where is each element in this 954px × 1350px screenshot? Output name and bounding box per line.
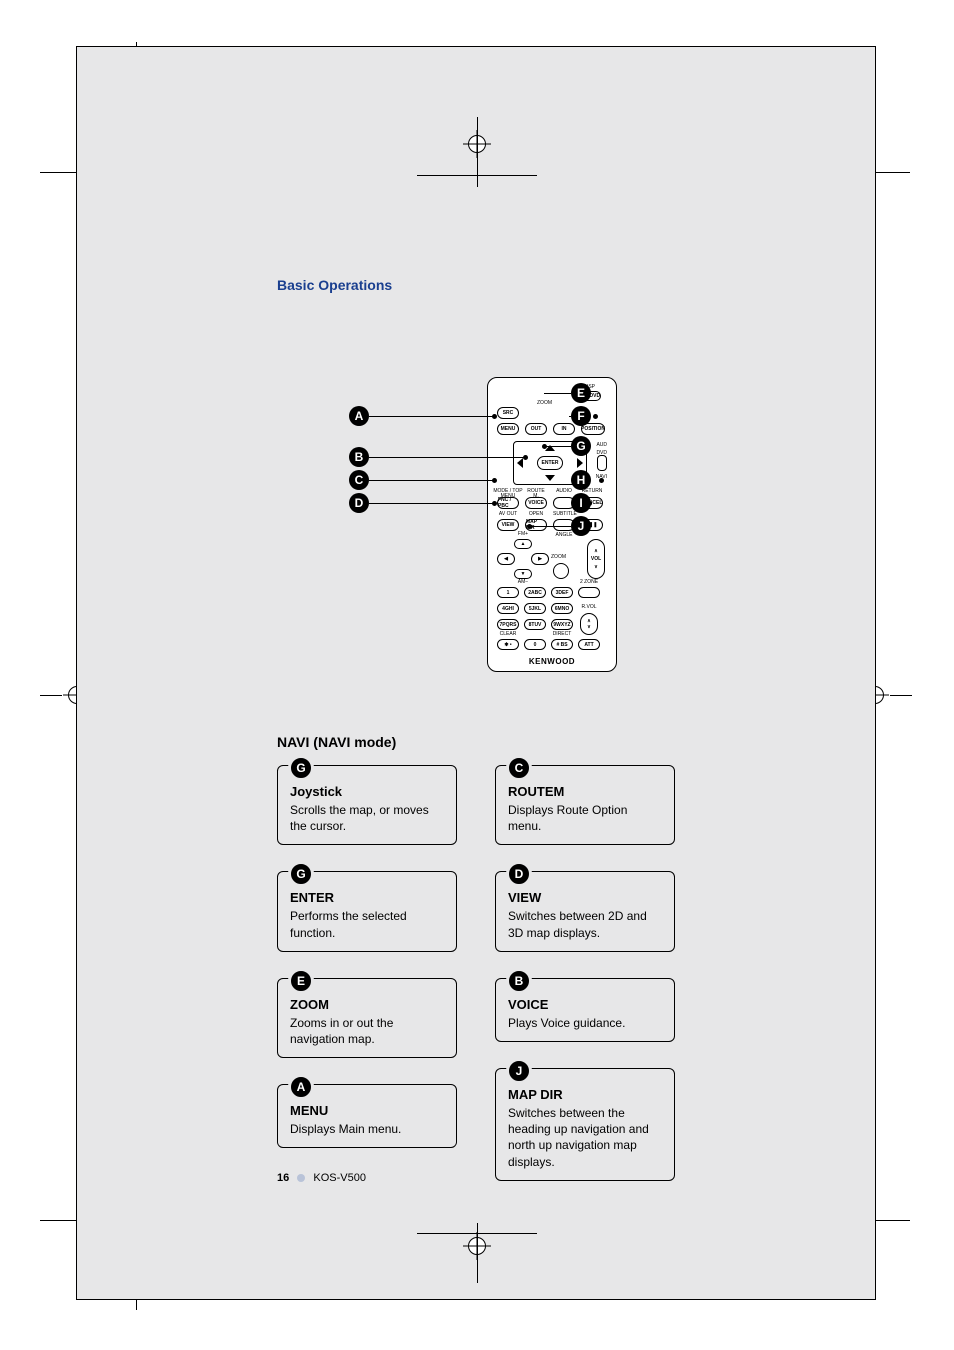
badge: D	[506, 861, 532, 887]
page-footer: 16 KOS-V500	[277, 1172, 366, 1184]
dpad-right: ▶	[531, 553, 549, 565]
badge: A	[288, 1074, 314, 1100]
key-0: 0	[524, 639, 546, 650]
direct-label: DIRECT	[551, 632, 573, 637]
card-zoom: E ZOOM Zooms in or out the navigation ma…	[277, 978, 457, 1058]
callout-F: F	[571, 406, 591, 426]
badge: G	[288, 861, 314, 887]
footer-bullet-icon	[297, 1174, 305, 1182]
card-title: ZOOM	[290, 997, 444, 1012]
card-view: D VIEW Switches between 2D and 3D map di…	[495, 871, 675, 951]
card-menu: A MENU Displays Main menu.	[277, 1084, 457, 1148]
card-title: ROUTEM	[508, 784, 662, 799]
dpad-left: ◀	[497, 553, 515, 565]
key-8: 8TUV	[524, 619, 546, 630]
enter-button: ENTER	[537, 456, 563, 470]
fncpbc-button: FNC / PBC	[497, 497, 519, 509]
callout-E: E	[571, 383, 591, 403]
callout-G: G	[571, 436, 591, 456]
audio-label: AUDIO	[553, 489, 575, 494]
key-1: 1	[497, 587, 519, 598]
card-voice: B VOICE Plays Voice guidance.	[495, 978, 675, 1042]
card-title: MENU	[290, 1103, 444, 1118]
card-desc: Displays Main menu.	[290, 1121, 444, 1137]
key-2: 2ABC	[524, 587, 546, 598]
key-star: ✱ •	[497, 639, 519, 650]
zoom-top-label: ZOOM	[537, 401, 552, 406]
open-label: OPEN	[525, 512, 547, 517]
card-desc: Scrolls the map, or moves the cursor.	[290, 802, 444, 834]
callout-D: D	[349, 493, 369, 513]
page-number: 16	[277, 1172, 289, 1184]
dpad-down: ▼	[514, 569, 532, 579]
badge: E	[288, 968, 314, 994]
callout-B: B	[349, 447, 369, 467]
fmplus-label: FM+	[515, 532, 531, 537]
in-button: IN	[553, 423, 575, 435]
card-title: ENTER	[290, 890, 444, 905]
mode-switch	[597, 455, 607, 471]
mode-title: NAVI (NAVI mode)	[277, 734, 396, 750]
badge: J	[506, 1058, 532, 1084]
key-5: 5JKL	[524, 603, 546, 614]
badge: G	[288, 755, 314, 781]
amminus-label: AM−	[515, 580, 531, 585]
zone2-label: 2 ZONE	[578, 580, 600, 585]
rvol-label: R.VOL	[578, 605, 600, 610]
avout-label: AV OUT	[497, 512, 519, 517]
aud-label: AUD	[596, 443, 607, 448]
key-9: 9WXYZ	[551, 619, 573, 630]
card-joystick: G Joystick Scrolls the map, or moves the…	[277, 765, 457, 845]
card-title: VIEW	[508, 890, 662, 905]
callout-C: C	[349, 470, 369, 490]
card-grid: G Joystick Scrolls the map, or moves the…	[277, 765, 675, 1207]
key-7: 7PQRS	[497, 619, 519, 630]
card-desc: Displays Route Option menu.	[508, 802, 662, 834]
section-title: Basic Operations	[277, 277, 392, 293]
card-title: Joystick	[290, 784, 444, 799]
voice-button: VOICE	[525, 497, 547, 509]
key-4: 4GHI	[497, 603, 519, 614]
angle-label: ANGLE	[553, 533, 575, 538]
subtitle-label: SUBTITLE	[553, 512, 575, 517]
card-desc: Plays Voice guidance.	[508, 1015, 662, 1031]
callout-J: J	[571, 516, 591, 536]
vol-rocker: ∧VOL∨	[587, 539, 605, 579]
clear-label: CLEAR	[497, 632, 519, 637]
card-desc: Zooms in or out the navigation map.	[290, 1015, 444, 1047]
badge: B	[506, 968, 532, 994]
key-6: 6MNO	[551, 603, 573, 614]
out-button: OUT	[525, 423, 547, 435]
zoom-label: ZOOM	[551, 555, 566, 560]
menu-button: MENU	[497, 423, 519, 435]
callout-H: H	[571, 470, 591, 490]
key-hash: # BS	[551, 639, 573, 650]
dpad-up: ▲	[514, 539, 532, 549]
badge: C	[506, 755, 532, 781]
zone2-button	[578, 587, 600, 598]
card-desc: Performs the selected function.	[290, 908, 444, 940]
model-name: KOS-V500	[313, 1172, 366, 1184]
card-desc: Switches between 2D and 3D map displays.	[508, 908, 662, 940]
att-button: ATT	[578, 639, 600, 650]
card-title: VOICE	[508, 997, 662, 1012]
card-routem: C ROUTEM Displays Route Option menu.	[495, 765, 675, 845]
card-enter: G ENTER Performs the selected function.	[277, 871, 457, 951]
card-desc: Switches between the heading up navigati…	[508, 1105, 662, 1170]
card-title: MAP DIR	[508, 1087, 662, 1102]
brand-logo: KENWOOD	[487, 657, 617, 666]
src-button: SRC	[497, 407, 519, 419]
remote-diagram: DISP NAV/DVD ZOOM SRC MENU OUT IN POSITI…	[487, 377, 617, 672]
card-mapdir: J MAP DIR Switches between the heading u…	[495, 1068, 675, 1181]
rvol-rocker: ∧∨	[580, 613, 598, 635]
view-button: VIEW	[497, 519, 519, 531]
key-3: 3DEF	[551, 587, 573, 598]
callout-A: A	[349, 406, 369, 426]
zoom-button	[553, 563, 569, 579]
